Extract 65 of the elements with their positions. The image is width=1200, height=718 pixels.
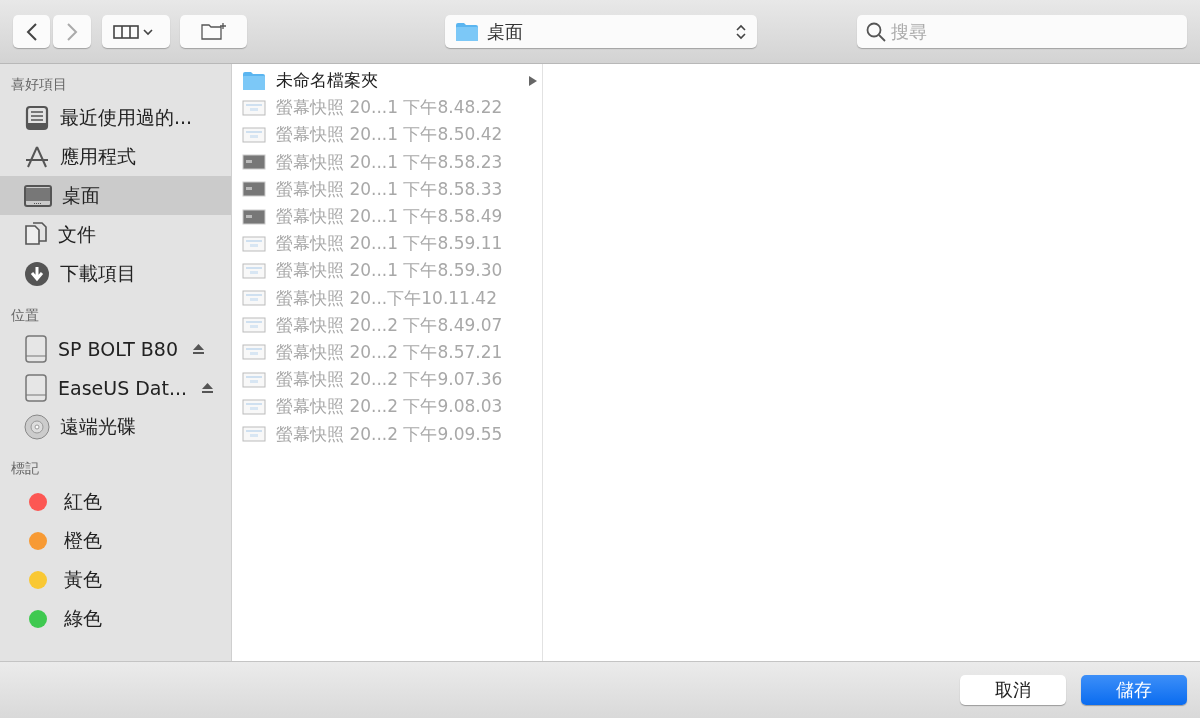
drive-icon [24,373,48,402]
folder-icon [242,70,266,91]
view-button[interactable] [102,15,170,48]
sidebar-item[interactable]: 橙色 [0,521,231,560]
sidebar-heading: 喜好項目 [10,75,68,94]
sidebar-item[interactable]: EaseUS Dat... [0,368,231,407]
cancel-button[interactable]: 取消 [960,675,1066,705]
chevron-right-icon [66,22,78,41]
search-icon [866,22,886,42]
sidebar-label: 黃色 [64,566,102,592]
sidebar-label: 綠色 [64,605,102,631]
screenshot-thumbnail-icon [242,316,266,335]
screenshot-thumbnail-icon [242,98,266,117]
sidebar-item[interactable]: 綠色 [0,599,231,638]
screenshot-thumbnail-icon [242,180,266,199]
sidebar-item[interactable]: 下載項目 [0,254,231,293]
save-button[interactable]: 儲存 [1081,675,1187,705]
sidebar-heading: 位置 [10,306,40,325]
folder-icon [455,21,479,42]
recents-icon [24,104,50,131]
screenshot-thumbnail-icon [242,261,266,280]
documents-icon [24,221,48,248]
disc-icon [24,413,50,440]
up-down-chevron-icon [735,22,747,41]
screenshot-thumbnail-icon [242,289,266,308]
file-row[interactable]: 未命名檔案夾 [232,67,542,95]
sidebar-label: 橙色 [64,527,102,553]
sidebar-label: 應用程式 [60,143,136,169]
disclosure-arrow-icon [528,74,538,87]
desktop-icon [24,184,52,207]
sidebar-label: 文件 [58,221,96,247]
sidebar-item[interactable]: 應用程式 [0,137,231,176]
location-popup[interactable]: 桌面 [445,15,757,48]
sidebar-heading: 標記 [10,459,40,478]
sidebar-item[interactable]: 桌面 [0,176,231,215]
chevron-left-icon [25,22,38,41]
screenshot-thumbnail-icon [242,153,266,172]
sidebar-label: 桌面 [62,182,100,208]
screenshot-thumbnail-icon [242,397,266,416]
sidebar-item[interactable]: 紅色 [0,482,231,521]
back-button[interactable] [13,15,50,48]
screenshot-thumbnail-icon [242,425,266,444]
sidebar-label: 紅色 [64,488,102,514]
sidebar-item[interactable]: 黃色 [0,560,231,599]
eject-icon[interactable] [201,381,215,394]
screenshot-thumbnail-icon [242,234,266,253]
sidebar-item[interactable]: 最近使用過的... [0,98,231,137]
screenshot-thumbnail-icon [242,207,266,226]
eject-icon[interactable] [192,342,206,355]
new-folder-button[interactable] [180,15,247,48]
screenshot-thumbnail-icon [242,125,266,144]
screenshot-thumbnail-icon [242,343,266,362]
sidebar-item[interactable]: 遠端光碟 [0,407,231,446]
drive-icon [24,334,48,363]
sidebar-item[interactable]: 文件 [0,215,231,254]
sidebar-label: SP BOLT B80 [58,337,179,360]
sidebar-label: 下載項目 [60,260,136,286]
screenshot-thumbnail-icon [242,370,266,389]
download-icon [24,260,50,287]
sidebar-label: EaseUS Dat... [58,376,188,399]
sidebar-label: 最近使用過的... [60,104,193,130]
search-field[interactable]: 搜尋 [857,15,1187,48]
new-folder-icon [199,21,228,42]
sidebar-label: 遠端光碟 [60,413,136,439]
sidebar-item[interactable]: SP BOLT B80 [0,329,231,368]
